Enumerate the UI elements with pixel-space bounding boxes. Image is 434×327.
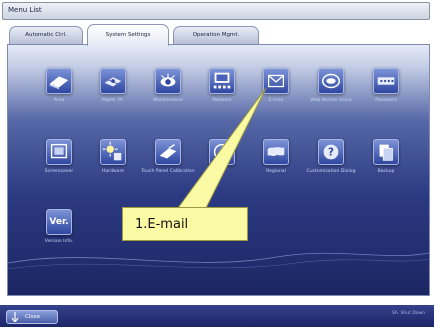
svg-text:?: ?	[328, 148, 334, 159]
menu-item-web-access-users[interactable]: Web Access Users	[305, 68, 357, 128]
menu-item-hardware[interactable]: Hardware	[87, 139, 139, 199]
menu-item-network[interactable]: Network	[196, 68, 248, 128]
tab-label: Operation Mgmt.	[192, 32, 240, 38]
close-button-label: Close	[25, 314, 40, 320]
shutdown-text: Sh. Shut Down	[392, 311, 426, 316]
menu-item-label: Version Info.	[44, 239, 74, 244]
menu-item-label: Maintenance	[153, 98, 183, 103]
tab-label: Automatic Ctrl.	[25, 32, 67, 38]
menu-item-label: Hardware	[101, 169, 125, 174]
menu-panel: Area Mgmt. Pt. Maintenance Network E-mai…	[7, 44, 430, 296]
menu-item-screensaver[interactable]: Screensaver	[33, 139, 85, 199]
tab-operation-mgmt[interactable]: Operation Mgmt.	[173, 26, 259, 44]
menu-item-label: Touch Panel Calibration	[141, 169, 195, 174]
close-icon	[11, 312, 19, 322]
menu-item-clock[interactable]	[196, 139, 248, 199]
menu-item-label: Network	[212, 98, 232, 103]
menu-item-backup[interactable]: Backup	[360, 139, 412, 199]
title-bar: Menu List	[2, 2, 430, 20]
clock-icon	[209, 139, 235, 165]
version-info-icon: Ver.	[46, 209, 72, 235]
menu-item-area[interactable]: Area	[33, 68, 85, 128]
app-window: Menu List Automatic Ctrl. System Setting…	[0, 0, 434, 327]
web-access-users-icon	[318, 68, 344, 94]
tab-automatic-ctrl[interactable]: Automatic Ctrl.	[9, 26, 83, 44]
window-title: Menu List	[8, 6, 42, 14]
menu-item-email[interactable]: E-mail	[250, 68, 302, 128]
bottom-bar	[0, 305, 434, 327]
email-envelope-icon	[263, 68, 289, 94]
callout-box: 1.E-mail	[122, 207, 248, 241]
menu-item-maintenance[interactable]: Maintenance	[142, 68, 194, 128]
menu-item-version-info[interactable]: Ver. Version Info.	[33, 209, 85, 269]
area-icon	[46, 68, 72, 94]
menu-item-mgmt-pt[interactable]: Mgmt. Pt.	[87, 68, 139, 128]
network-icon	[209, 68, 235, 94]
menu-item-label: Mgmt. Pt.	[101, 98, 125, 103]
menu-item-regional[interactable]: Regional	[250, 139, 302, 199]
maintenance-icon	[155, 68, 181, 94]
help-question-icon: ?	[318, 139, 344, 165]
menu-item-label: Regional	[266, 169, 286, 174]
callout-text: 1.E-mail	[135, 217, 189, 232]
close-button[interactable]: Close	[6, 310, 58, 324]
menu-item-label: E-mail	[268, 98, 284, 103]
hardware-icon	[100, 139, 126, 165]
menu-item-customization-dialog[interactable]: ? Customization Dialog	[305, 139, 357, 199]
menu-item-label: Password	[375, 98, 397, 103]
touch-panel-icon	[155, 139, 181, 165]
menu-item-label: Web Access Users	[310, 98, 352, 103]
menu-item-label: Customization Dialog	[306, 169, 356, 174]
password-icon	[373, 68, 399, 94]
management-point-icon	[100, 68, 126, 94]
menu-item-label: Area	[53, 98, 65, 103]
menu-item-password[interactable]: Password	[360, 68, 412, 128]
version-icon-text: Ver.	[49, 217, 69, 227]
tab-system-settings[interactable]: System Settings	[87, 24, 169, 46]
menu-item-label: Screensaver	[44, 169, 74, 174]
menu-item-touch-panel-calibration[interactable]: Touch Panel Calibration	[141, 139, 195, 199]
tab-label: System Settings	[105, 32, 151, 38]
screensaver-icon	[46, 139, 72, 165]
menu-item-label: Backup	[377, 169, 395, 174]
backup-icon	[373, 139, 399, 165]
regional-map-icon	[263, 139, 289, 165]
